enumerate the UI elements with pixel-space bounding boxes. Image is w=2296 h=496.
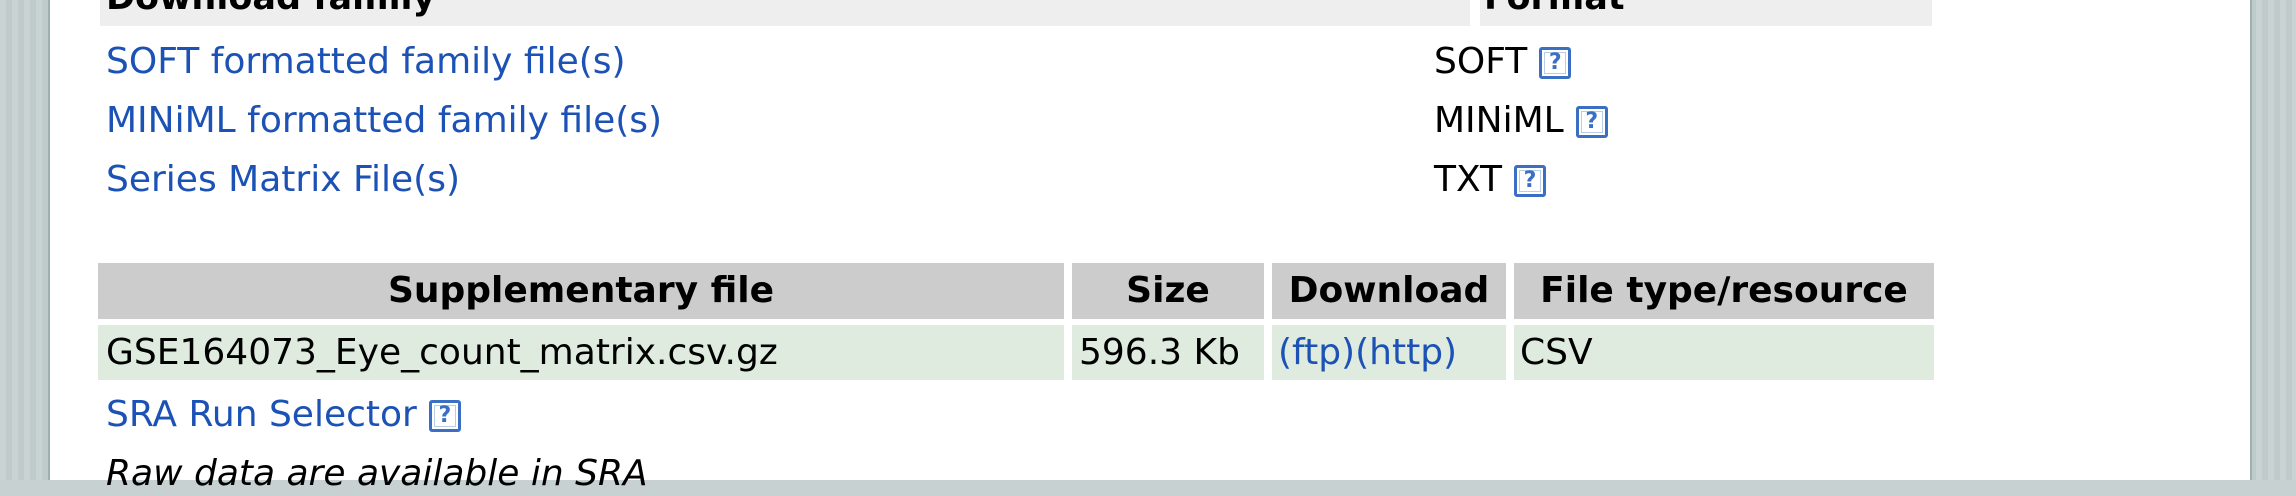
supp-file-name: GSE164073_Eye_count_matrix.csv.gz — [106, 332, 778, 373]
supp-header-download: Download — [1272, 263, 1506, 319]
supp-file-type: CSV — [1520, 332, 1593, 373]
miniml-family-link[interactable]: MINiML formatted family file(s) — [106, 99, 662, 143]
supp-download-links: (ftp)(http) — [1278, 325, 1457, 380]
soft-format-cell: SOFT? — [1434, 40, 1572, 84]
txt-format-cell: TXT? — [1434, 158, 1547, 202]
soft-family-link[interactable]: SOFT formatted family file(s) — [106, 40, 626, 84]
supp-type-cell: CSV — [1514, 325, 1934, 380]
sra-run-selector-link[interactable]: SRA Run Selector — [106, 394, 417, 435]
format-value: TXT — [1434, 159, 1503, 200]
format-value: MINiML — [1434, 100, 1564, 141]
http-link[interactable]: (http) — [1355, 332, 1457, 373]
family-header-label: Download family — [106, 0, 435, 16]
supp-header-size: Size — [1072, 263, 1264, 319]
miniml-format-cell: MINiML? — [1434, 99, 1608, 143]
supp-header-file: Supplementary file — [98, 263, 1064, 319]
series-matrix-link[interactable]: Series Matrix File(s) — [106, 158, 460, 202]
supp-size-cell: 596.3 Kb — [1072, 325, 1264, 380]
supp-file-cell: GSE164073_Eye_count_matrix.csv.gz — [98, 325, 1064, 380]
sra-note: Raw data are available in SRA — [106, 453, 648, 494]
help-icon[interactable]: ? — [1575, 106, 1608, 138]
format-header-label: Format — [1484, 0, 1625, 16]
supp-header-type: File type/resource — [1514, 263, 1934, 319]
family-header-right: Format — [1480, 0, 1932, 26]
supp-download-cell: (ftp)(http) — [1272, 325, 1506, 380]
supp-file-size: 596.3 Kb — [1079, 332, 1240, 373]
help-icon[interactable]: ? — [428, 400, 461, 432]
help-icon[interactable]: ? — [1514, 165, 1547, 197]
content-panel: Download family Format SOFT formatted fa… — [48, 0, 2252, 494]
help-icon[interactable]: ? — [1539, 47, 1572, 79]
sra-row: SRA Run Selector? — [106, 393, 461, 437]
family-header-left: Download family — [100, 0, 1470, 26]
format-value: SOFT — [1434, 41, 1528, 82]
ftp-link[interactable]: (ftp) — [1278, 332, 1355, 373]
